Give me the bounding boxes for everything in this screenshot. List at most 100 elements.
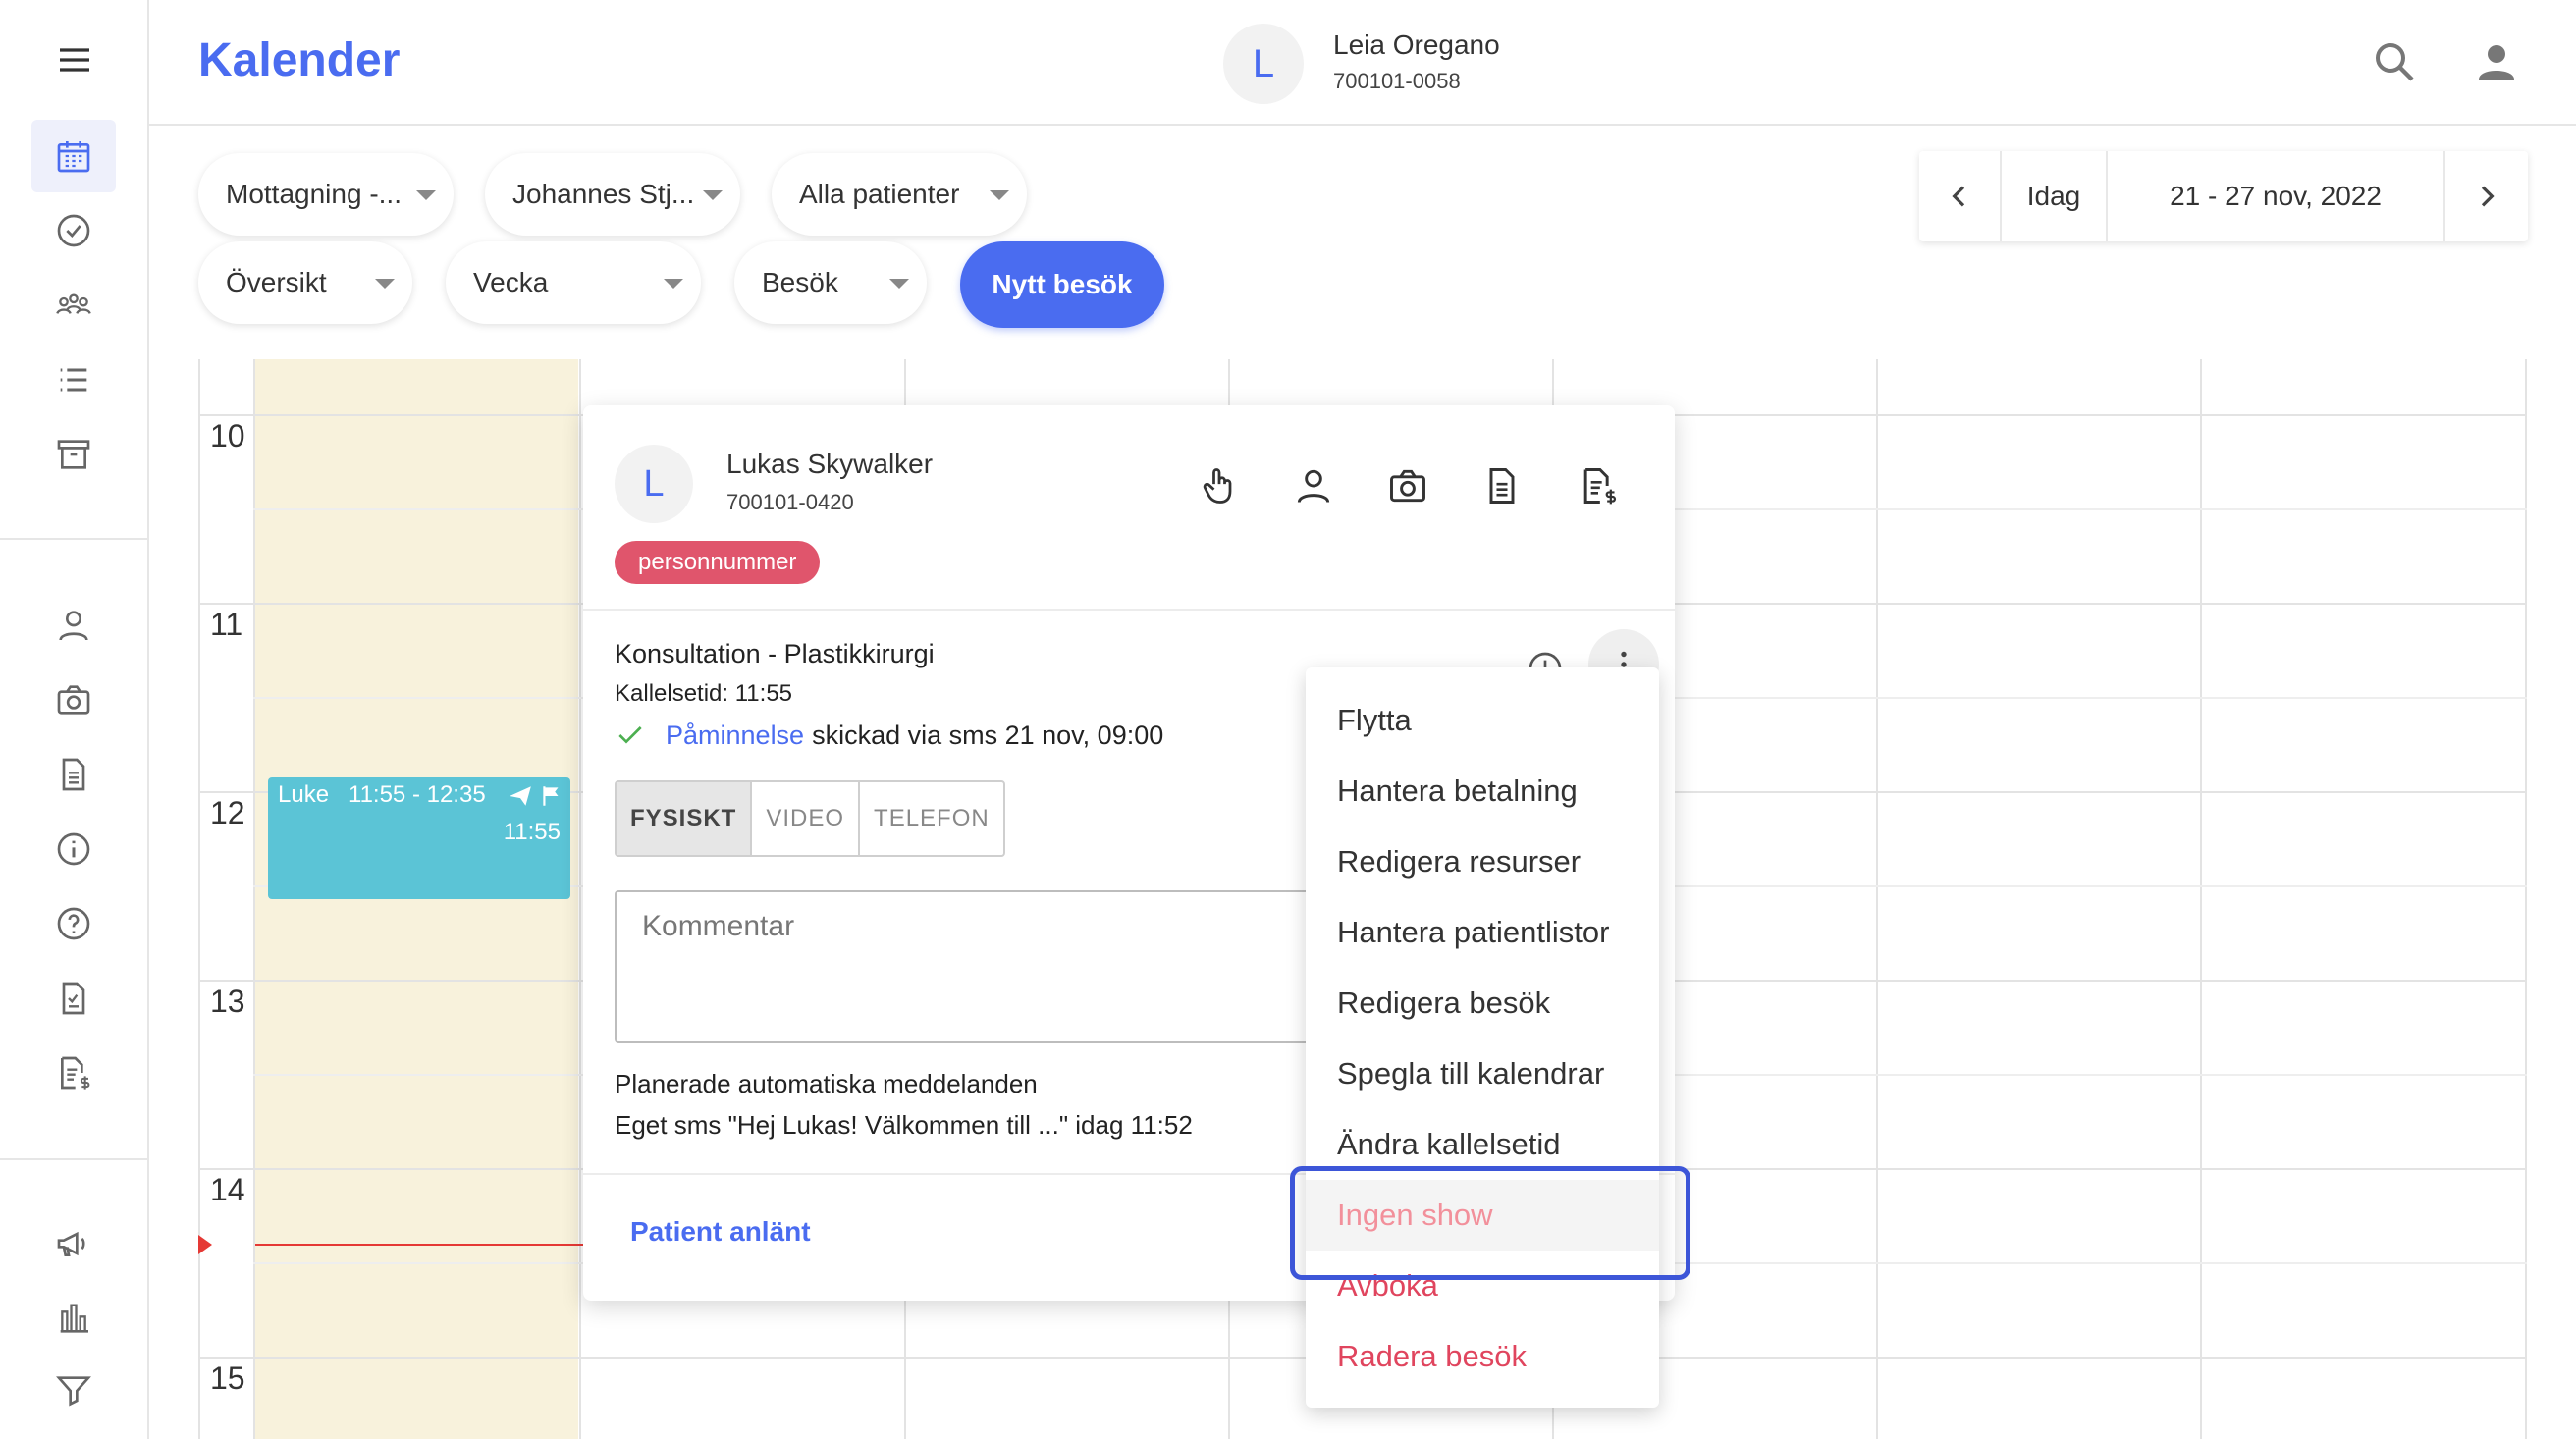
patient-arrived-button[interactable]: Patient anlänt	[630, 1216, 811, 1248]
reminder-status: Påminnelse skickad via sms 21 nov, 09:00	[615, 720, 1163, 751]
patient-id: 700101-0058	[1333, 69, 1461, 93]
next-week-button[interactable]	[2445, 151, 2528, 241]
filter-icon	[56, 1376, 91, 1407]
nav-info[interactable]	[31, 813, 116, 885]
menu-item-mirror-calendars[interactable]: Spegla till kalendrar	[1306, 1039, 1659, 1109]
event-call-time: 11:55	[503, 819, 561, 845]
document-icon	[1489, 468, 1515, 504]
chevron-down-icon	[416, 190, 436, 200]
mode-phone[interactable]: TELEFON	[860, 782, 1003, 855]
sidebar-divider	[0, 538, 149, 540]
nav-help[interactable]	[31, 887, 116, 960]
call-time: Kallelsetid: 11:55	[615, 680, 793, 707]
chevron-down-icon	[990, 190, 1009, 200]
group-icon	[56, 293, 91, 314]
camera-icon	[57, 685, 90, 715]
new-visit-button[interactable]: Nytt besök	[960, 241, 1164, 328]
check-circle-icon	[57, 214, 90, 247]
menu-icon[interactable]	[47, 24, 102, 96]
scheduled-messages-title: Planerade automatiska meddelanden	[615, 1069, 1038, 1098]
chevron-down-icon	[375, 279, 395, 289]
select-visit-button[interactable]	[1190, 456, 1249, 515]
hour-label: 14	[210, 1172, 245, 1207]
sidebar-divider	[0, 1158, 149, 1160]
menu-item-patient-lists[interactable]: Hantera patientlistor	[1306, 897, 1659, 968]
patient-profile-button[interactable]	[1284, 456, 1343, 515]
nav-document[interactable]	[31, 738, 116, 811]
visit-patient-name[interactable]: Lukas Skywalker	[726, 449, 933, 480]
today-button[interactable]: Idag	[2002, 151, 2108, 241]
practitioner-select-value: Johannes Stj...	[512, 179, 695, 209]
hamburger-icon	[60, 48, 89, 72]
hand-pointer-icon	[1203, 468, 1232, 504]
visit-patient-id: 700101-0420	[726, 490, 854, 514]
nav-person[interactable]	[31, 589, 116, 662]
nav-filter[interactable]	[31, 1355, 116, 1427]
flag-icon	[543, 786, 559, 806]
calendar-event[interactable]: Luke 11:55 - 12:35 11:55	[268, 777, 570, 899]
visit-patient-avatar[interactable]: L	[615, 445, 693, 523]
sidebar	[0, 0, 149, 1439]
nav-camera[interactable]	[31, 664, 116, 736]
grid-line	[1876, 359, 1878, 1439]
nav-tasks[interactable]	[31, 194, 116, 267]
nav-archive[interactable]	[31, 418, 116, 491]
menu-item-payment[interactable]: Hantera betalning	[1306, 756, 1659, 826]
check-icon	[618, 726, 642, 744]
page-title: Kalender	[198, 34, 401, 86]
invoice-icon	[61, 1056, 90, 1090]
help-icon	[57, 907, 90, 940]
nav-statistics[interactable]	[31, 1282, 116, 1355]
calendar-icon	[57, 141, 90, 173]
event-icons	[508, 783, 564, 809]
nav-campaigns[interactable]	[31, 1207, 116, 1280]
current-time-marker	[198, 1235, 212, 1254]
account-button[interactable]	[2468, 33, 2525, 90]
period-select[interactable]: Vecka	[446, 241, 701, 324]
today-column[interactable]	[254, 359, 578, 1439]
type-select[interactable]: Besök	[734, 241, 927, 324]
chevron-right-icon	[2481, 186, 2495, 207]
journal-button[interactable]	[1473, 456, 1531, 515]
view-select[interactable]: Översikt	[198, 241, 412, 324]
bar-chart-icon	[60, 1304, 88, 1333]
account-icon	[2479, 45, 2514, 80]
nav-invoice[interactable]	[31, 1037, 116, 1109]
grid-line	[253, 359, 255, 1439]
reminder-text: skickad via sms 21 nov, 09:00	[812, 720, 1164, 750]
visit-type: Konsultation - Plastikkirurgi	[615, 639, 935, 668]
top-bar: Kalender L Leia Oregano 700101-0058	[149, 0, 2576, 126]
report-icon	[62, 982, 85, 1015]
event-time: 11:55 - 12:35	[349, 781, 486, 808]
nav-groups[interactable]	[31, 269, 116, 342]
reminder-link[interactable]: Påminnelse	[666, 720, 804, 751]
menu-item-edit-visit[interactable]: Redigera besök	[1306, 968, 1659, 1039]
info-icon	[57, 832, 90, 866]
hour-label: 10	[210, 418, 245, 453]
patients-select[interactable]: Alla patienter	[772, 153, 1027, 236]
chevron-left-icon	[1952, 186, 1965, 207]
practitioner-select[interactable]: Johannes Stj...	[485, 153, 740, 236]
mode-video[interactable]: VIDEO	[752, 782, 861, 855]
scheduled-message: Eget sms "Hej Lukas! Välkommen till ..."…	[615, 1110, 1193, 1140]
chevron-down-icon	[703, 190, 723, 200]
menu-item-delete-visit[interactable]: Radera besök	[1306, 1321, 1659, 1392]
clinic-select[interactable]: Mottagning -...	[198, 153, 454, 236]
menu-item-move[interactable]: Flytta	[1306, 685, 1659, 756]
nav-list[interactable]	[31, 344, 116, 416]
comment-field[interactable]: Kommentar	[615, 890, 1400, 1043]
chevron-down-icon	[664, 279, 683, 289]
photos-button[interactable]	[1378, 456, 1437, 515]
nav-calendar[interactable]	[31, 120, 116, 192]
search-button[interactable]	[2366, 33, 2423, 90]
prev-week-button[interactable]	[1919, 151, 2002, 241]
mode-physical[interactable]: FYSISKT	[617, 782, 753, 855]
patient-avatar[interactable]: L	[1223, 24, 1304, 104]
patient-name[interactable]: Leia Oregano	[1333, 29, 1500, 61]
camera-icon	[1390, 469, 1425, 503]
grid-line	[2525, 359, 2527, 1439]
invoice-button[interactable]	[1569, 456, 1628, 515]
date-range[interactable]: 21 - 27 nov, 2022	[2108, 151, 2445, 241]
nav-report[interactable]	[31, 962, 116, 1035]
menu-item-resources[interactable]: Redigera resurser	[1306, 826, 1659, 897]
